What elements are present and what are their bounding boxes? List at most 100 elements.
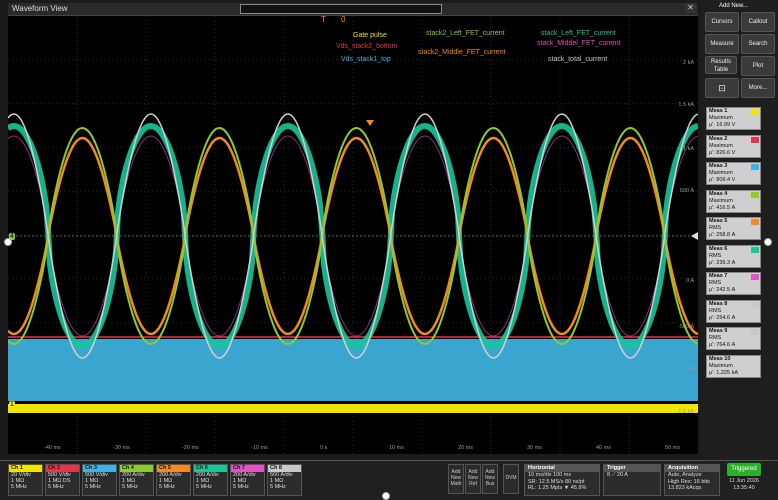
- scope-app: Waveform View ✕ T 0 Gate pulse Vds_stack…: [0, 0, 778, 500]
- measurement-value: μ': 258.8 A: [709, 232, 736, 238]
- measurement-badge-7[interactable]: Meas 7 RMS μ': 242.5 A: [706, 272, 761, 295]
- y-tick-label: 0 A: [686, 278, 694, 284]
- trigger-badge[interactable]: Trigger 8 ⟋ 20 A: [603, 464, 661, 496]
- source-color-swatch: [751, 109, 759, 115]
- date-readout: 11 Jun 2026: [729, 478, 759, 484]
- channel-setting: 5 MHz: [270, 484, 286, 490]
- waveform-view-title: Waveform View: [12, 4, 68, 13]
- more-button[interactable]: More...: [741, 78, 775, 98]
- trigger-settings: 8 ⟋ 20 A: [607, 472, 628, 478]
- channel-badge-1[interactable]: Ch 1 20 V/div 1 MΩ 5 MHz: [8, 464, 43, 496]
- close-icon[interactable]: ✕: [685, 3, 696, 13]
- waveform-graticule[interactable]: T 0 Gate pulse Vds_stack2_bottom Vds_sta…: [8, 15, 698, 454]
- measurement-badge-8[interactable]: Meas 8 RMS μ': 254.6 A: [706, 299, 761, 323]
- y-tick-label: 500 A: [679, 188, 694, 194]
- x-tick-label: -30 ms: [113, 445, 130, 451]
- add-new-math-button[interactable]: Add New Math: [448, 464, 464, 494]
- channel-name: Ch 4: [120, 465, 153, 472]
- label-stack-total-current: stack_total_current: [548, 56, 608, 63]
- measurement-type: RMS: [709, 335, 722, 341]
- measurement-title: Meas 10: [709, 355, 731, 362]
- results-table-button[interactable]: Results Table: [705, 56, 737, 74]
- channel-badge-6[interactable]: Ch 6 200 A/div 1 MΩ 5 MHz: [193, 464, 228, 496]
- measurement-badge-3[interactable]: Meas 3 Maximum μ': 809.4 V: [706, 162, 761, 185]
- channel-badge-4[interactable]: Ch 4 200 A/div 1 MΩ 5 MHz: [119, 464, 154, 496]
- measurement-badge-1[interactable]: Meas 1 Maximum μ': 16.99 V: [706, 107, 761, 130]
- right-resize-handle[interactable]: [764, 238, 772, 246]
- search-button[interactable]: Search: [741, 34, 775, 54]
- ch1-offset-marker[interactable]: 1: [9, 401, 15, 408]
- cursors-button[interactable]: Cursors: [705, 12, 739, 32]
- label-vds-stack2-bottom: Vds_stack2_bottom: [336, 43, 398, 50]
- acquisition-badge[interactable]: Acquisition Auto, Analyze High Res: 16 b…: [664, 464, 720, 496]
- dvm-button[interactable]: DVM: [503, 464, 519, 494]
- y-tick-label: 1.5 kA: [678, 102, 694, 108]
- measurement-type: RMS: [709, 280, 722, 286]
- horizontal-badge[interactable]: Horizontal 10 ms/div 100 ms SR: 12.5 MS/…: [524, 464, 600, 496]
- channel-setting: 5 MHz: [233, 484, 249, 490]
- channel-badge-7[interactable]: Ch 7 200 A/div 1 MΩ 5 MHz: [230, 464, 265, 496]
- channel-badge-8[interactable]: Ch 8 500 A/div 1 MΩ 5 MHz: [267, 464, 302, 496]
- acquisition-count: 13.823 kAcqs: [668, 485, 702, 491]
- channel-badge-3[interactable]: Ch 3 500 V/div 1 MΩ 5 MHz: [82, 464, 117, 496]
- add-new-label: Add New...: [719, 3, 749, 9]
- label-stack-middel-fet-current: stack_Middel_FET_current: [537, 40, 621, 47]
- x-tick-label: 30 ms: [527, 445, 542, 451]
- source-color-swatch: [751, 274, 759, 280]
- label-stack-left-fet-current: stack_Left_FET_current: [541, 30, 616, 37]
- channel-setting: 5 MHz: [196, 484, 212, 490]
- measure-button[interactable]: Measure: [705, 34, 739, 54]
- channel-badge-2[interactable]: Ch 2 500 V/div 1 MΩ DS 5 MHz: [45, 464, 80, 496]
- measurement-badge-9[interactable]: Meas 9 RMS μ': 764.6 A: [706, 327, 761, 350]
- measurement-type: RMS: [709, 307, 722, 314]
- y-tick-label: -500 A: [678, 324, 694, 330]
- x-tick-label: -20 ms: [182, 445, 199, 451]
- measurement-value: μ': 242.5 A: [709, 287, 736, 293]
- trigger-position-marker[interactable]: T: [321, 15, 326, 24]
- trigger-level-marker: [366, 120, 374, 126]
- plot-button[interactable]: Plot: [741, 56, 775, 76]
- left-resize-handle[interactable]: [4, 238, 12, 246]
- add-new-bus-button[interactable]: Add New Bus: [482, 464, 498, 494]
- channel-name: Ch 2: [46, 465, 79, 472]
- measurement-type: Maximum: [709, 197, 733, 204]
- measurement-value: μ': 16.99 V: [709, 122, 736, 128]
- waveform-plot: [8, 16, 698, 454]
- triggered-status-badge: Triggered: [727, 463, 761, 476]
- y-tick-label: -1 kA: [681, 366, 694, 372]
- channel-name: Ch 5: [157, 465, 190, 472]
- gate-pulse-waveform: [8, 404, 698, 413]
- add-new-ref-button[interactable]: Add New Ref: [465, 464, 481, 494]
- channel-name: Ch 8: [268, 465, 301, 472]
- channel-setting: 5 MHz: [11, 484, 27, 490]
- y-tick-label: -1.5 kA: [676, 409, 694, 415]
- callout-button[interactable]: Callout: [741, 12, 775, 32]
- source-color-swatch: [751, 246, 759, 253]
- x-tick-label: -40 ms: [44, 445, 61, 451]
- measurement-badge-10[interactable]: Meas 10 Maximum μ': 1.225 kA: [706, 354, 761, 378]
- channel-name: Ch 6: [194, 465, 227, 472]
- measurement-badge-6[interactable]: Meas 6 RMS μ': 239.3 A: [706, 244, 761, 268]
- source-color-swatch: [751, 301, 759, 308]
- channel-name: Ch 1: [9, 465, 42, 472]
- x-tick-label: 0 s: [320, 445, 328, 451]
- zoom-icon: ⊡: [718, 83, 726, 93]
- zoom-icon-button[interactable]: ⊡: [705, 78, 739, 98]
- acquisition-title: Acquisition: [665, 465, 719, 472]
- source-color-swatch: [751, 219, 759, 225]
- measurement-badge-2[interactable]: Meas 2 Maximum μ': 826.6 V: [706, 134, 761, 158]
- x-tick-label: 10 ms: [389, 445, 404, 451]
- source-color-swatch: [751, 136, 759, 143]
- channel-setting: 5 MHz: [159, 484, 175, 490]
- label-vds-stack1-top: Vds_stack1_top: [341, 56, 391, 63]
- measurement-badge-5[interactable]: Meas 5 RMS μ': 258.8 A: [706, 217, 761, 240]
- channel-badge-5[interactable]: Ch 5 200 A/div 1 MΩ 5 MHz: [156, 464, 191, 496]
- y-tick-label: 2 kA: [682, 60, 694, 66]
- record-view-slider[interactable]: [240, 4, 442, 14]
- measurement-type: Maximum: [709, 170, 733, 176]
- label-stack2-left-fet-current: stack2_Left_FET_current: [426, 30, 505, 37]
- time-zero-marker[interactable]: 0: [341, 15, 345, 24]
- x-tick-label: 50 ms: [665, 445, 680, 451]
- measurement-badge-4[interactable]: Meas 4 Maximum μ': 416.5 A: [706, 189, 761, 213]
- measurement-value: μ': 416.5 A: [709, 204, 736, 211]
